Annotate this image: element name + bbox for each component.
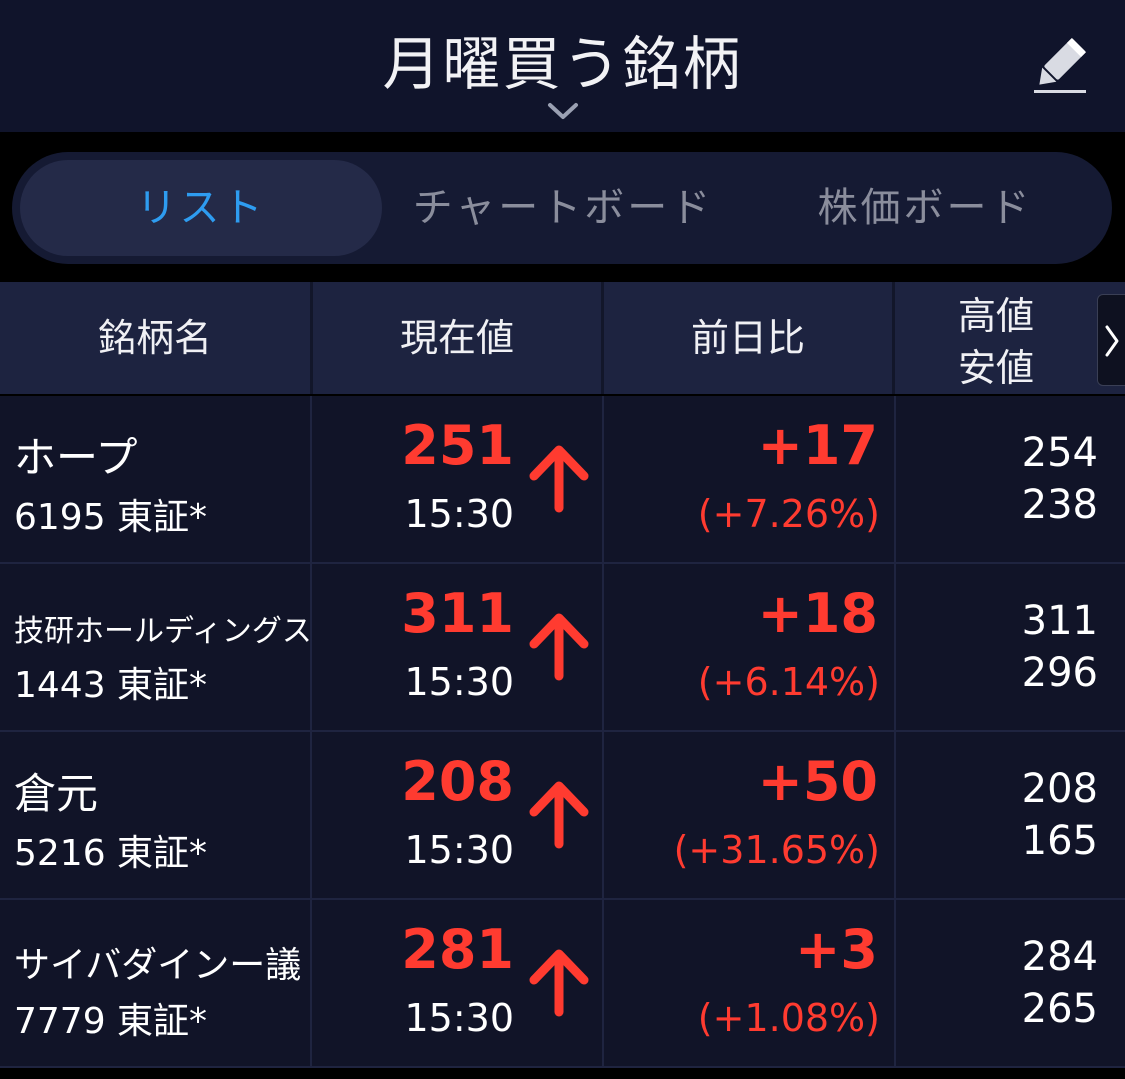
current-price: 208 [401, 750, 514, 813]
low-price: 296 [1021, 650, 1098, 696]
high-price: 311 [1021, 598, 1098, 644]
column-divider [310, 396, 312, 562]
column-divider [602, 900, 604, 1066]
arrow-up-icon [529, 613, 589, 681]
column-header-high: 高値 [957, 294, 1034, 338]
scroll-right-button[interactable] [1097, 294, 1125, 386]
table-row[interactable]: 技研ホールディングス 1443 東証* 311 15:30 +18 (+6.14… [0, 564, 1125, 732]
stock-name: サイバダインー議 [14, 945, 302, 986]
low-price: 265 [1021, 986, 1098, 1032]
column-header-high-low[interactable]: 高値 安値 [895, 290, 1097, 390]
tab-list[interactable]: リスト [20, 160, 382, 256]
table-row[interactable]: サイバダインー議 7779 東証* 281 15:30 +3 (+1.08%) … [0, 900, 1125, 1068]
price-change: +3 [795, 918, 878, 981]
column-header-low: 安値 [957, 346, 1034, 390]
price-time: 15:30 [404, 996, 514, 1040]
price-change: +18 [757, 582, 878, 645]
stock-code: 5216 東証* [14, 833, 208, 874]
view-switcher: リスト チャートボード 株価ボード [0, 132, 1125, 282]
low-price: 165 [1021, 818, 1098, 864]
column-header-price[interactable]: 現在値 [313, 282, 601, 394]
chevron-right-icon [1105, 325, 1119, 356]
watchlist-title[interactable]: 月曜買う銘柄 [0, 28, 1125, 100]
tab-price-board[interactable]: 株価ボード [744, 160, 1106, 256]
column-divider [310, 732, 312, 898]
stock-code: 6195 東証* [14, 497, 208, 538]
price-time: 15:30 [404, 492, 514, 536]
stock-code: 1443 東証* [14, 665, 208, 706]
high-price: 284 [1021, 934, 1098, 980]
price-time: 15:30 [404, 660, 514, 704]
table-row[interactable]: 倉元 5216 東証* 208 15:30 +50 (+31.65%) 208 … [0, 732, 1125, 900]
column-divider [602, 732, 604, 898]
chevron-down-icon[interactable] [546, 100, 580, 122]
watchlist-screen: 月曜買う銘柄 リスト チャートボード 株価ボード 銘柄名 現在値 前日比 高値 … [0, 0, 1125, 1079]
tab-chart-board[interactable]: チャートボード [382, 160, 744, 256]
table-row[interactable]: ホープ 6195 東証* 251 15:30 +17 (+7.26%) 254 … [0, 396, 1125, 564]
price-change-percent: (+1.08%) [697, 996, 880, 1040]
arrow-up-icon [529, 445, 589, 513]
column-divider [602, 564, 604, 730]
price-time: 15:30 [404, 828, 514, 872]
high-price: 254 [1021, 430, 1098, 476]
price-change-percent: (+31.65%) [673, 828, 880, 872]
stock-name: ホープ [14, 433, 138, 482]
quote-table: 銘柄名 現在値 前日比 高値 安値 ホープ 6195 東証* 251 15:30… [0, 282, 1125, 1079]
arrow-up-icon [529, 781, 589, 849]
column-divider [310, 900, 312, 1066]
stock-name: 技研ホールディングス [14, 614, 312, 649]
current-price: 251 [401, 414, 514, 477]
price-change: +17 [757, 414, 878, 477]
pencil-icon[interactable] [1026, 34, 1092, 100]
column-header-change[interactable]: 前日比 [604, 282, 892, 394]
column-header-name[interactable]: 銘柄名 [0, 282, 310, 394]
current-price: 311 [401, 582, 514, 645]
column-divider [894, 732, 896, 898]
table-header: 銘柄名 現在値 前日比 高値 安値 [0, 282, 1125, 394]
price-change-percent: (+7.26%) [697, 492, 880, 536]
stock-name: 倉元 [14, 769, 99, 818]
column-divider [894, 900, 896, 1066]
column-divider [894, 564, 896, 730]
current-price: 281 [401, 918, 514, 981]
column-divider [894, 396, 896, 562]
low-price: 238 [1021, 482, 1098, 528]
high-price: 208 [1021, 766, 1098, 812]
segmented-control: リスト チャートボード 株価ボード [12, 152, 1112, 264]
stock-code: 7779 東証* [14, 1001, 208, 1042]
price-change: +50 [757, 750, 878, 813]
header: 月曜買う銘柄 [0, 0, 1125, 132]
arrow-up-icon [529, 949, 589, 1017]
column-divider [602, 396, 604, 562]
price-change-percent: (+6.14%) [697, 660, 880, 704]
